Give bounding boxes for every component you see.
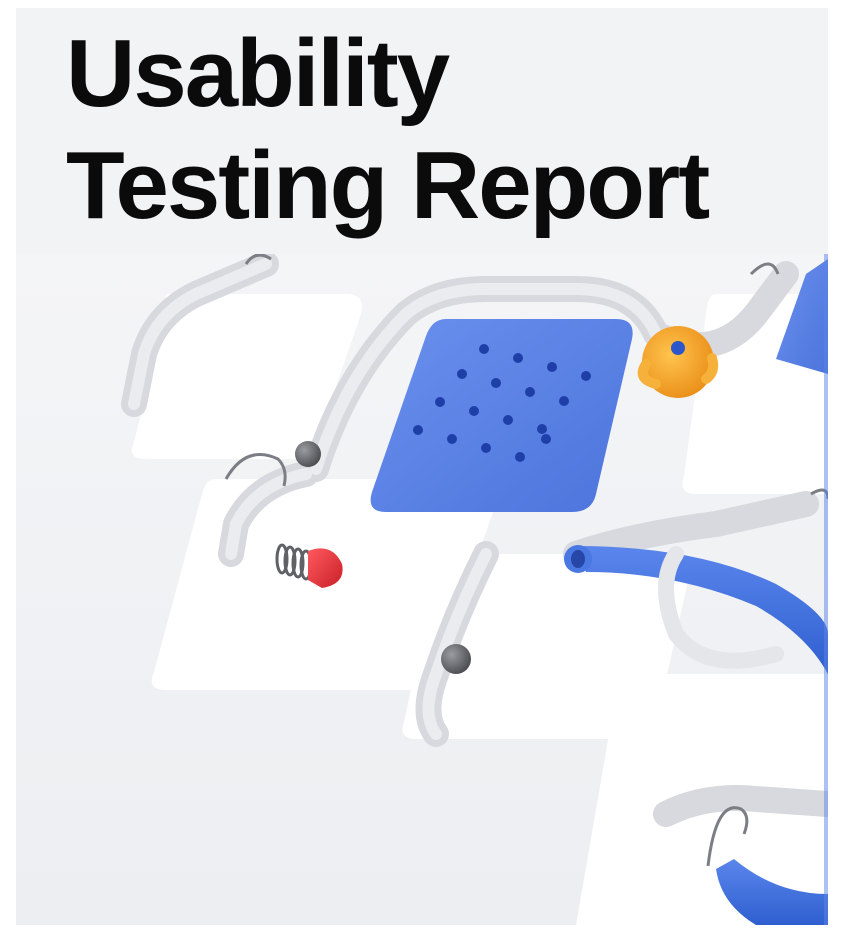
- marble-run-illustration: [16, 254, 828, 925]
- title-block: Usability Testing Report: [16, 8, 828, 254]
- marble-run-svg: [16, 254, 828, 925]
- report-cover: Usability Testing Report: [16, 8, 828, 925]
- gray-ball-1: [295, 441, 321, 467]
- gray-ball-2: [441, 644, 471, 674]
- orange-joint: [637, 326, 719, 398]
- title-line-1: Usability: [66, 20, 450, 127]
- title-line-2: Testing Report: [66, 132, 710, 239]
